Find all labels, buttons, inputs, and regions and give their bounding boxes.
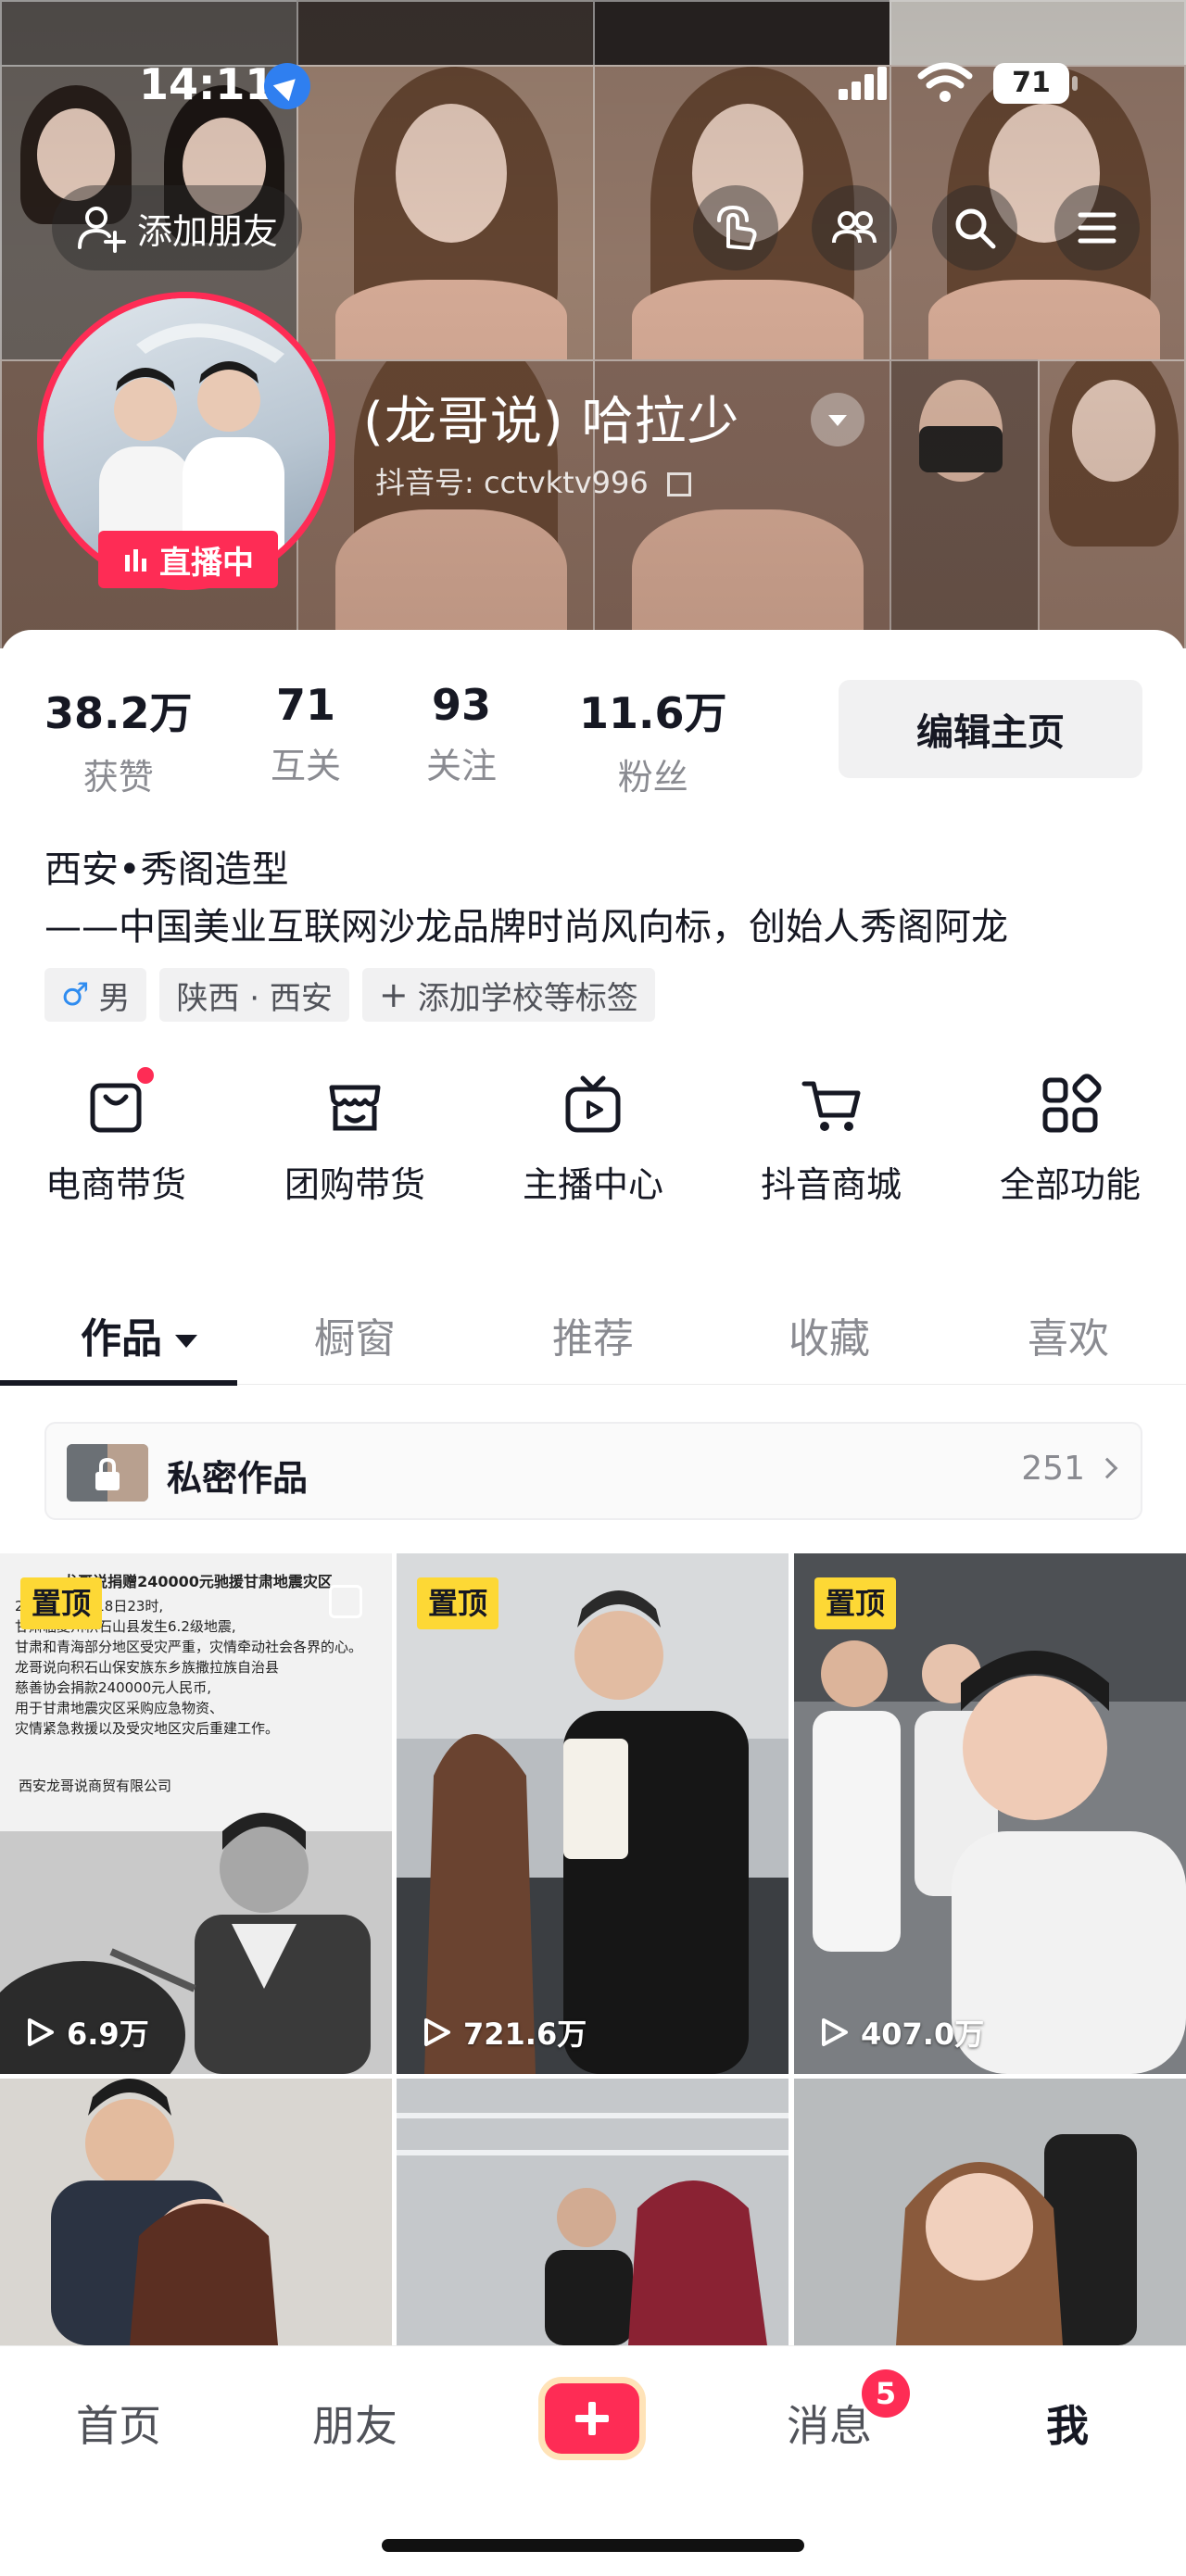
message-count-badge: 5 <box>862 2369 910 2418</box>
nickname: (龙哥说) 哈拉少 <box>363 392 740 452</box>
video-grid: 龙哥说捐赠240000元驰援甘肃地震灾区 2023年12月18日23时, 甘肃临… <box>0 1553 1186 2345</box>
feature-shortcuts: 电商带货 团购带货 主播中心 抖音商城 全部功能 <box>0 1067 1186 1205</box>
video-photo <box>0 2079 392 2345</box>
menu-button[interactable] <box>1054 185 1140 270</box>
lock-icon <box>95 1457 120 1490</box>
content-tabs: 作品 橱窗 推荐 收藏 喜欢 <box>0 1292 1186 1385</box>
profile-tags: ♂ 男 陕西 · 西安 + 添加学校等标签 <box>44 968 655 1022</box>
fans-group-button[interactable] <box>812 185 897 270</box>
status-bar: 14:11 71 <box>0 54 1186 119</box>
nav-home[interactable]: 首页 <box>44 2393 193 2454</box>
feature-group-buy[interactable]: 团购带货 <box>262 1073 448 1207</box>
add-person-icon <box>78 207 126 253</box>
chevron-right-icon <box>1096 1457 1118 1479</box>
stat-likes[interactable]: 38.2万 获赞 <box>44 680 193 799</box>
view-count: 721.6万 <box>421 2011 587 2054</box>
tab-favorites[interactable]: 收藏 <box>727 1305 931 1364</box>
bio-line-2: ——中国美业互联网沙龙品牌时尚风向标，创始人秀阁阿龙 <box>44 906 1008 949</box>
video-thumbnail[interactable]: 置顶 407.0万 <box>794 1553 1186 2074</box>
hand-pointer-icon <box>717 205 757 250</box>
play-icon <box>424 2018 450 2046</box>
add-school-tag[interactable]: + 添加学校等标签 <box>361 968 655 1022</box>
view-count: 407.0万 <box>818 2011 984 2054</box>
video-thumbnail[interactable] <box>397 2079 789 2345</box>
grid-icon <box>1042 1074 1102 1133</box>
view-count: 6.9万 <box>24 2011 149 2054</box>
active-tab-indicator <box>0 1380 237 1386</box>
bio-line-1: 西安•秀阁造型 <box>44 848 289 891</box>
live-label: 直播中 <box>159 544 254 582</box>
tab-recommend[interactable]: 推荐 <box>491 1305 695 1364</box>
dropdown-arrow-icon <box>175 1335 197 1348</box>
pinned-badge: 置顶 <box>20 1577 103 1629</box>
home-indicator[interactable] <box>382 2539 804 2552</box>
location-tag[interactable]: 陕西 · 西安 <box>159 968 349 1022</box>
shopping-bag-icon <box>90 1083 142 1133</box>
live-status-badge[interactable]: 直播中 <box>98 531 278 588</box>
select-checkbox-icon <box>329 1585 362 1618</box>
tab-works[interactable]: 作品 <box>37 1305 241 1364</box>
tv-icon <box>565 1075 621 1133</box>
stat-followers[interactable]: 11.6万 粉丝 <box>579 680 727 799</box>
stat-following[interactable]: 93 关注 <box>426 680 497 788</box>
search-button[interactable] <box>932 185 1017 270</box>
male-icon: ♂ <box>61 976 90 1013</box>
qr-code-icon <box>666 472 691 496</box>
store-icon <box>329 1085 381 1131</box>
location-icon <box>264 63 310 109</box>
edit-profile-button[interactable]: 编辑主页 <box>839 680 1142 778</box>
notification-dot <box>137 1067 154 1084</box>
people-icon <box>832 211 877 244</box>
video-thumbnail[interactable]: 龙哥说捐赠240000元驰援甘肃地震灾区 2023年12月18日23时, 甘肃临… <box>0 1553 392 2074</box>
hamburger-menu-icon <box>1078 212 1117 244</box>
private-works-bar[interactable]: 私密作品 251 <box>44 1422 1142 1520</box>
video-photo <box>397 1553 789 2074</box>
plus-icon: + <box>378 974 409 1015</box>
battery-indicator: 71 <box>993 63 1069 104</box>
video-photo <box>397 2079 789 2345</box>
wifi-icon <box>917 62 973 102</box>
video-photo <box>794 1553 1186 2074</box>
video-thumbnail[interactable]: 置顶 721.6万 <box>397 1553 789 2074</box>
pinned-badge: 置顶 <box>814 1577 897 1629</box>
feature-anchor-center[interactable]: 主播中心 <box>500 1073 686 1207</box>
video-thumbnail[interactable] <box>0 2079 392 2345</box>
battery-tip <box>1072 76 1078 91</box>
visitor-button[interactable] <box>693 185 778 270</box>
tab-likes[interactable]: 喜欢 <box>966 1305 1170 1364</box>
stats-row: 38.2万 获赞 71 互关 93 关注 11.6万 粉丝 <box>0 680 815 798</box>
create-post-button[interactable] <box>545 2383 639 2454</box>
gender-tag[interactable]: ♂ 男 <box>44 968 147 1022</box>
play-icon <box>822 2018 848 2046</box>
feature-all-functions[interactable]: 全部功能 <box>978 1073 1163 1207</box>
nav-friends[interactable]: 朋友 <box>281 2393 429 2454</box>
douyin-id[interactable]: 抖音号: cctvktv996 <box>375 459 691 502</box>
video-photo <box>0 1813 392 2074</box>
cellular-signal-icon <box>839 67 889 100</box>
live-bars-icon <box>125 549 146 572</box>
private-thumbnail <box>67 1444 148 1502</box>
feature-ecommerce[interactable]: 电商带货 <box>23 1067 208 1207</box>
add-friend-label: 添加朋友 <box>137 210 279 252</box>
feature-douyin-mall[interactable]: 抖音商城 <box>738 1073 924 1207</box>
video-thumbnail[interactable] <box>794 2079 1186 2345</box>
cart-icon <box>801 1081 861 1131</box>
pinned-badge: 置顶 <box>417 1577 499 1629</box>
stat-mutual[interactable]: 71 互关 <box>271 680 341 788</box>
status-time: 14:11 <box>139 59 275 109</box>
add-friend-button[interactable]: 添加朋友 <box>52 185 303 270</box>
tab-showcase[interactable]: 橱窗 <box>253 1305 457 1364</box>
nav-me[interactable]: 我 <box>993 2393 1142 2454</box>
account-switch-arrow-icon[interactable] <box>811 393 864 446</box>
search-icon <box>955 208 996 249</box>
video-photo <box>794 2079 1186 2345</box>
play-icon <box>28 2018 54 2046</box>
